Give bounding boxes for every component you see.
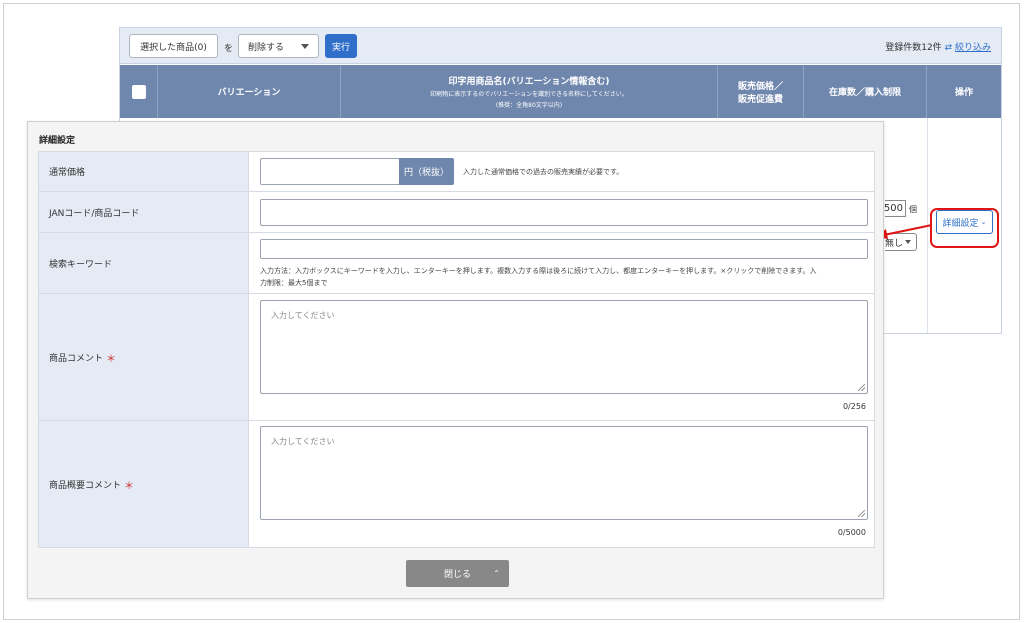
bulk-action-toolbar: 選択した商品(0) を 削除する 実行 登録件数12件 ⇄ 絞り込み: [120, 28, 1001, 64]
detail-settings-modal: 詳細設定 通常価格 円（税抜） 入力した通常価格での過去の販売実績が必要です。 …: [27, 121, 884, 599]
form-row-jan: JANコード/商品コード: [39, 192, 874, 233]
comment-label-text: 商品コメント: [49, 353, 104, 364]
chevron-down-icon: [301, 44, 309, 49]
filter-toggle-icon[interactable]: ⇄: [945, 43, 953, 53]
variation-table-header: バリエーション 印字用商品名(バリエーション情報含む) 印刷物に表示するのでバリ…: [120, 65, 1001, 118]
bulk-action-select-value: 削除する: [248, 42, 285, 53]
col-print-name: 印字用商品名(バリエーション情報含む) 印刷物に表示するのでバリエーションを識別…: [341, 65, 718, 118]
select-all-checkbox[interactable]: [131, 84, 146, 99]
callout-highlight-box: [930, 208, 999, 248]
stock-unit-label: 個: [909, 205, 917, 214]
wo-label: を: [224, 44, 234, 54]
col-price-line2: 販売促進費: [737, 94, 783, 105]
overview-placeholder: 入力してください: [271, 437, 335, 446]
comment-label: 商品コメント ＊: [39, 294, 249, 420]
jan-code-input[interactable]: [260, 199, 868, 226]
keyword-label: 検索キーワード: [39, 233, 249, 293]
keyword-hint-line2: 力制限：最大5個まで: [260, 279, 328, 287]
price-label: 通常価格: [39, 152, 249, 191]
price-hint: 入力した通常価格での過去の販売実績が必要です。: [463, 168, 624, 176]
keyword-hint-line1: 入力方法：入力ボックスにキーワードを入力し、エンターキーを押します。複数入力する…: [260, 267, 817, 275]
col-print-name-note2: (推奨：全角80文字以内): [495, 102, 563, 109]
resize-handle-icon[interactable]: [858, 510, 865, 517]
col-print-name-note1: 印刷物に表示するのでバリエーションを識別できる名称にしてください。: [430, 91, 628, 98]
col-stock-label: 在庫数／購入制限: [828, 88, 901, 98]
jan-label: JANコード/商品コード: [39, 192, 249, 232]
record-count: 登録件数12件 ⇄ 絞り込み: [885, 40, 991, 53]
comment-textarea[interactable]: 入力してください: [260, 300, 868, 394]
overview-char-counter: 0/5000: [837, 528, 866, 537]
yen-unit-button: 円（税抜）: [399, 158, 454, 185]
price-input[interactable]: [260, 158, 400, 185]
filter-link[interactable]: 絞り込み: [955, 43, 991, 53]
selected-items-button[interactable]: 選択した商品(0): [129, 34, 218, 58]
comment-placeholder: 入力してください: [271, 311, 335, 320]
form-row-keyword: 検索キーワード 入力方法：入力ボックスにキーワードを入力し、エンターキーを押しま…: [39, 233, 874, 294]
overview-label-text: 商品概要コメント: [49, 480, 122, 491]
col-variation: バリエーション: [158, 65, 341, 118]
bulk-action-select[interactable]: 削除する: [238, 34, 319, 58]
stock-quantity-input[interactable]: 500: [884, 200, 906, 217]
form-row-overview: 商品概要コメント ＊ 入力してください 0/5000: [39, 421, 874, 547]
col-operation-label: 操作: [954, 88, 973, 98]
detail-form: 通常価格 円（税抜） 入力した通常価格での過去の販売実績が必要です。 JANコー…: [38, 151, 875, 548]
overview-textarea[interactable]: 入力してください: [260, 426, 868, 520]
resize-handle-icon[interactable]: [858, 384, 865, 391]
col-variation-label: バリエーション: [217, 88, 281, 98]
run-button[interactable]: 実行: [325, 34, 357, 58]
overview-label: 商品概要コメント ＊: [39, 421, 249, 547]
select-all-cell: [120, 65, 158, 118]
required-mark: ＊: [106, 353, 117, 365]
close-button-label: 閉じる: [443, 570, 471, 580]
col-operation: 操作: [927, 65, 1001, 118]
comment-char-counter: 0/256: [842, 402, 866, 411]
col-print-name-label: 印字用商品名(バリエーション情報含む): [448, 77, 610, 87]
keyword-input[interactable]: [260, 239, 868, 259]
col-stock: 在庫数／購入制限: [804, 65, 927, 118]
required-mark: ＊: [124, 480, 135, 492]
col-price-line1: 販売価格／: [737, 81, 783, 92]
chevron-up-icon: ⌃: [493, 569, 500, 578]
close-button[interactable]: 閉じる ⌃: [406, 560, 509, 587]
keyword-hint: 入力方法：入力ボックスにキーワードを入力し、エンターキーを押します。複数入力する…: [260, 265, 870, 289]
record-count-text: 登録件数12件: [885, 43, 942, 53]
modal-title: 詳細設定: [39, 136, 76, 146]
form-row-price: 通常価格 円（税抜） 入力した通常価格での過去の販売実績が必要です。: [39, 152, 874, 192]
form-row-comment: 商品コメント ＊ 入力してください 0/256: [39, 294, 874, 421]
col-price: 販売価格／ 販売促進費: [718, 65, 804, 118]
